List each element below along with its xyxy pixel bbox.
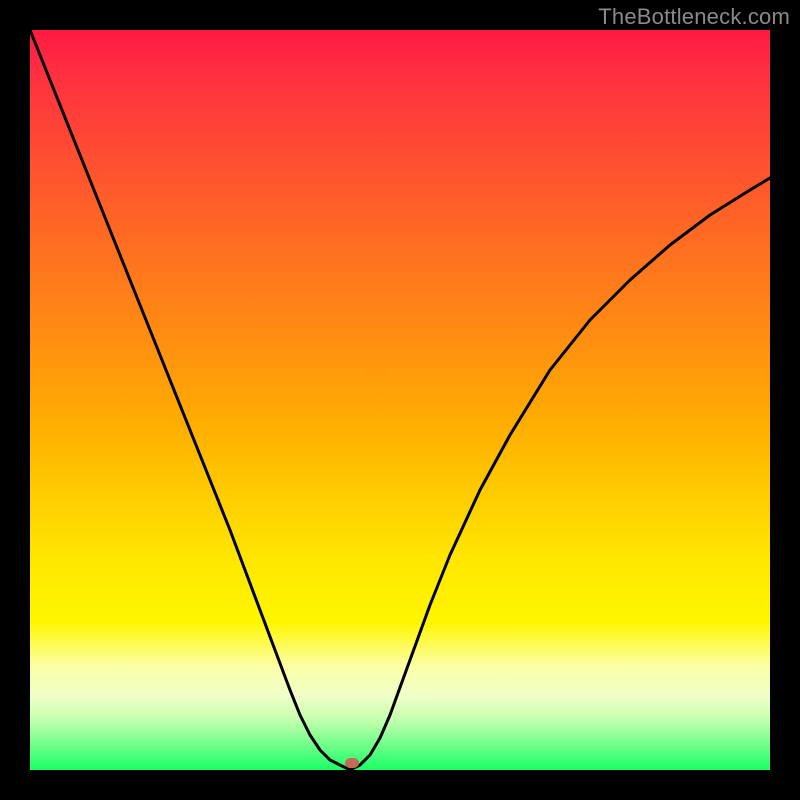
curve-svg: [30, 30, 770, 770]
bottleneck-curve: [30, 30, 770, 770]
plot-area: [30, 30, 770, 770]
watermark-text: TheBottleneck.com: [598, 4, 790, 30]
optimal-marker: [345, 758, 359, 768]
chart-frame: TheBottleneck.com: [0, 0, 800, 800]
